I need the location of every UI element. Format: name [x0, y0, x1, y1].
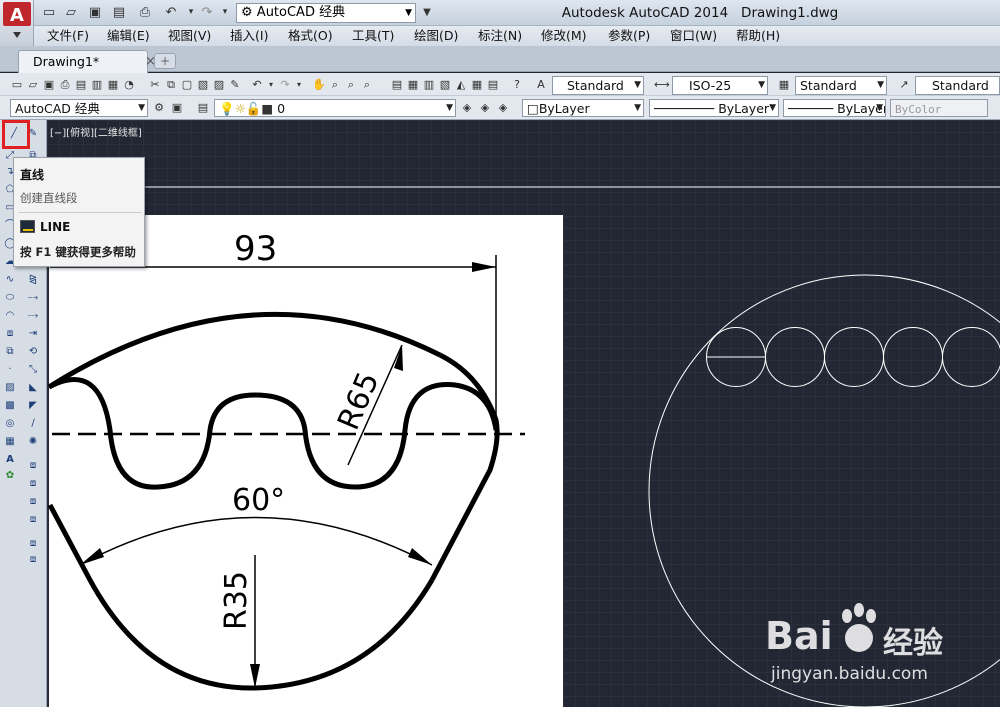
line-tool-highlight — [2, 120, 30, 149]
dim-text-r35: R35 — [219, 571, 254, 630]
cad-small-circle — [942, 327, 1000, 387]
tooltip-command: LINE — [40, 220, 71, 234]
dim-text-93: 93 — [234, 229, 277, 269]
tooltip-description: 创建直线段 — [20, 191, 78, 205]
watermark-url: jingyan.baidu.com — [771, 664, 928, 684]
cad-small-circle — [824, 327, 884, 387]
cad-small-circle — [765, 327, 825, 387]
cad-small-circle — [883, 327, 943, 387]
command-line-icon — [20, 220, 35, 233]
baidu-watermark: Bai 经验 jingyan.baidu.com — [765, 600, 965, 690]
line-tool-tooltip: 直线 创建直线段 LINE 按 F1 键获得更多帮助 — [13, 157, 145, 267]
watermark-brand: Bai — [765, 614, 833, 658]
watermark-brand2: 经验 — [883, 626, 943, 661]
tooltip-title: 直线 — [20, 168, 45, 182]
paw-icon — [842, 603, 876, 652]
tooltip-help: 按 F1 键获得更多帮助 — [20, 245, 136, 259]
dim-text-60deg: 60° — [232, 483, 285, 518]
tooltip-divider — [18, 212, 142, 213]
reference-image: 93 R65 60° R35 — [47, 215, 563, 707]
